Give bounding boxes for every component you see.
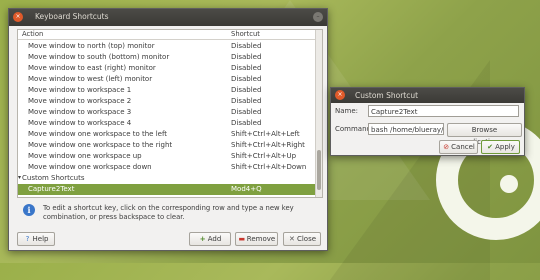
cancel-icon: ⊘ [443,143,450,151]
action-cell: Move window to workspace 4 [28,119,132,127]
dialog-close-icon[interactable]: × [335,90,345,100]
cancel-label: Cancel [451,143,475,151]
name-field[interactable]: Capture2Text [368,105,519,117]
table-row[interactable]: Move window one workspace down Shift+Ctrl… [18,162,318,173]
table-row[interactable]: Move window to workspace 3 Disabled [18,107,318,118]
custom-shortcuts-section[interactable]: Custom Shortcuts ▾ [18,173,318,184]
action-cell: Move window one workspace up [28,152,142,160]
browse-applications-button[interactable]: Browse applications... [447,123,522,146]
info-text: To edit a shortcut key, click on the cor… [43,204,294,221]
titlebar: × Keyboard Shortcuts – [9,9,327,26]
remove-label: Remove [246,235,276,243]
add-icon: + [199,235,206,243]
help-icon: ? [25,235,30,243]
shortcut-cell: Disabled [231,53,262,61]
add-button[interactable]: + Add [189,232,231,246]
minimize-icon[interactable]: – [313,12,323,22]
action-cell: Move window to east (right) monitor [28,64,156,72]
table-row[interactable]: Move window one workspace up Shift+Ctrl+A… [18,151,318,162]
table-row[interactable]: Move window one workspace to the right Sh… [18,140,318,151]
apply-button[interactable]: ✔ Apply [481,140,520,154]
selected-row[interactable]: Capture2Text Mod4+Q [18,184,318,195]
apply-label: Apply [495,143,515,151]
remove-icon: ▬ [238,235,246,243]
close-icon: ✕ [289,235,295,243]
apply-icon: ✔ [487,143,494,151]
help-button[interactable]: ? Help [17,232,55,246]
close-label: Close [296,235,317,243]
close-button[interactable]: ✕ Close [283,232,321,246]
expander-arrow-icon[interactable]: ▾ [18,174,21,181]
shortcut-cell: Disabled [231,42,262,50]
action-cell: Move window to workspace 3 [28,108,132,116]
remove-button[interactable]: ▬ Remove [235,232,278,246]
shortcut-cell: Disabled [231,64,262,72]
action-cell: Move window one workspace to the right [28,141,173,149]
shortcuts-list[interactable]: Move window to east (right) side of scre… [17,29,323,198]
scrollbar[interactable] [315,30,322,197]
action-cell: Custom Shortcuts [22,174,85,182]
shortcut-cell: Mod4+Q [231,185,262,193]
table-row[interactable]: Move window to workspace 2 Disabled [18,96,318,107]
shortcut-cell: Disabled [231,86,262,94]
table-row[interactable]: Move window one workspace to the left Shi… [18,129,318,140]
action-cell: Move window to south (bottom) monitor [28,53,170,61]
table-row[interactable]: Move window to north (top) monitor Disabl… [18,41,318,52]
cancel-button[interactable]: ⊘ Cancel [439,140,478,154]
dialog-title: Custom Shortcut [355,91,419,100]
shortcut-column-header[interactable]: Shortcut [231,30,260,38]
desktop-logo-dot [500,175,518,193]
action-cell: Move window to north (top) monitor [28,42,155,50]
table-row[interactable]: Move window to workspace 1 Disabled [18,85,318,96]
shortcut-cell: Disabled [231,108,262,116]
add-label: Add [207,235,222,243]
list-header: Action Shortcut [18,30,318,40]
shortcut-cell: Disabled [231,97,262,105]
info-icon: i [23,204,35,216]
dialog-titlebar: × Custom Shortcut [331,88,524,103]
name-label: Name: [335,107,359,115]
table-row[interactable]: Move window to workspace 4 Disabled [18,118,318,129]
close-window-icon[interactable]: × [13,12,23,22]
shortcut-cell: Disabled [231,75,262,83]
action-cell: Move window to workspace 2 [28,97,132,105]
table-row[interactable]: Move window to west (left) monitor Disabl… [18,74,318,85]
shortcut-cell: Disabled [231,119,262,127]
shortcut-cell: Shift+Ctrl+Alt+Up [231,152,297,160]
help-label: Help [32,235,49,243]
table-row[interactable]: Move window to south (bottom) monitor Dis… [18,52,318,63]
action-cell: Move window to workspace 1 [28,86,132,94]
shortcut-cell: Shift+Ctrl+Alt+Right [231,141,305,149]
keyboard-shortcuts-window: × Keyboard Shortcuts – Move window to ea… [8,8,328,251]
action-cell: Move window to west (left) monitor [28,75,153,83]
action-cell: Move window one workspace down [28,163,152,171]
shortcut-cell: Shift+Ctrl+Alt+Left [231,130,300,138]
scrollbar-thumb[interactable] [317,150,321,190]
action-cell: Capture2Text [28,185,75,193]
action-column-header[interactable]: Action [22,30,43,38]
shortcut-cell: Shift+Ctrl+Alt+Down [231,163,307,171]
command-field[interactable]: bash /home/blueray/D [368,123,444,135]
table-row[interactable]: Move window to east (right) monitor Disab… [18,63,318,74]
window-title: Keyboard Shortcuts [35,12,109,21]
action-cell: Move window one workspace to the left [28,130,168,138]
custom-shortcut-dialog: × Custom Shortcut Name: Capture2Text Com… [330,87,525,156]
